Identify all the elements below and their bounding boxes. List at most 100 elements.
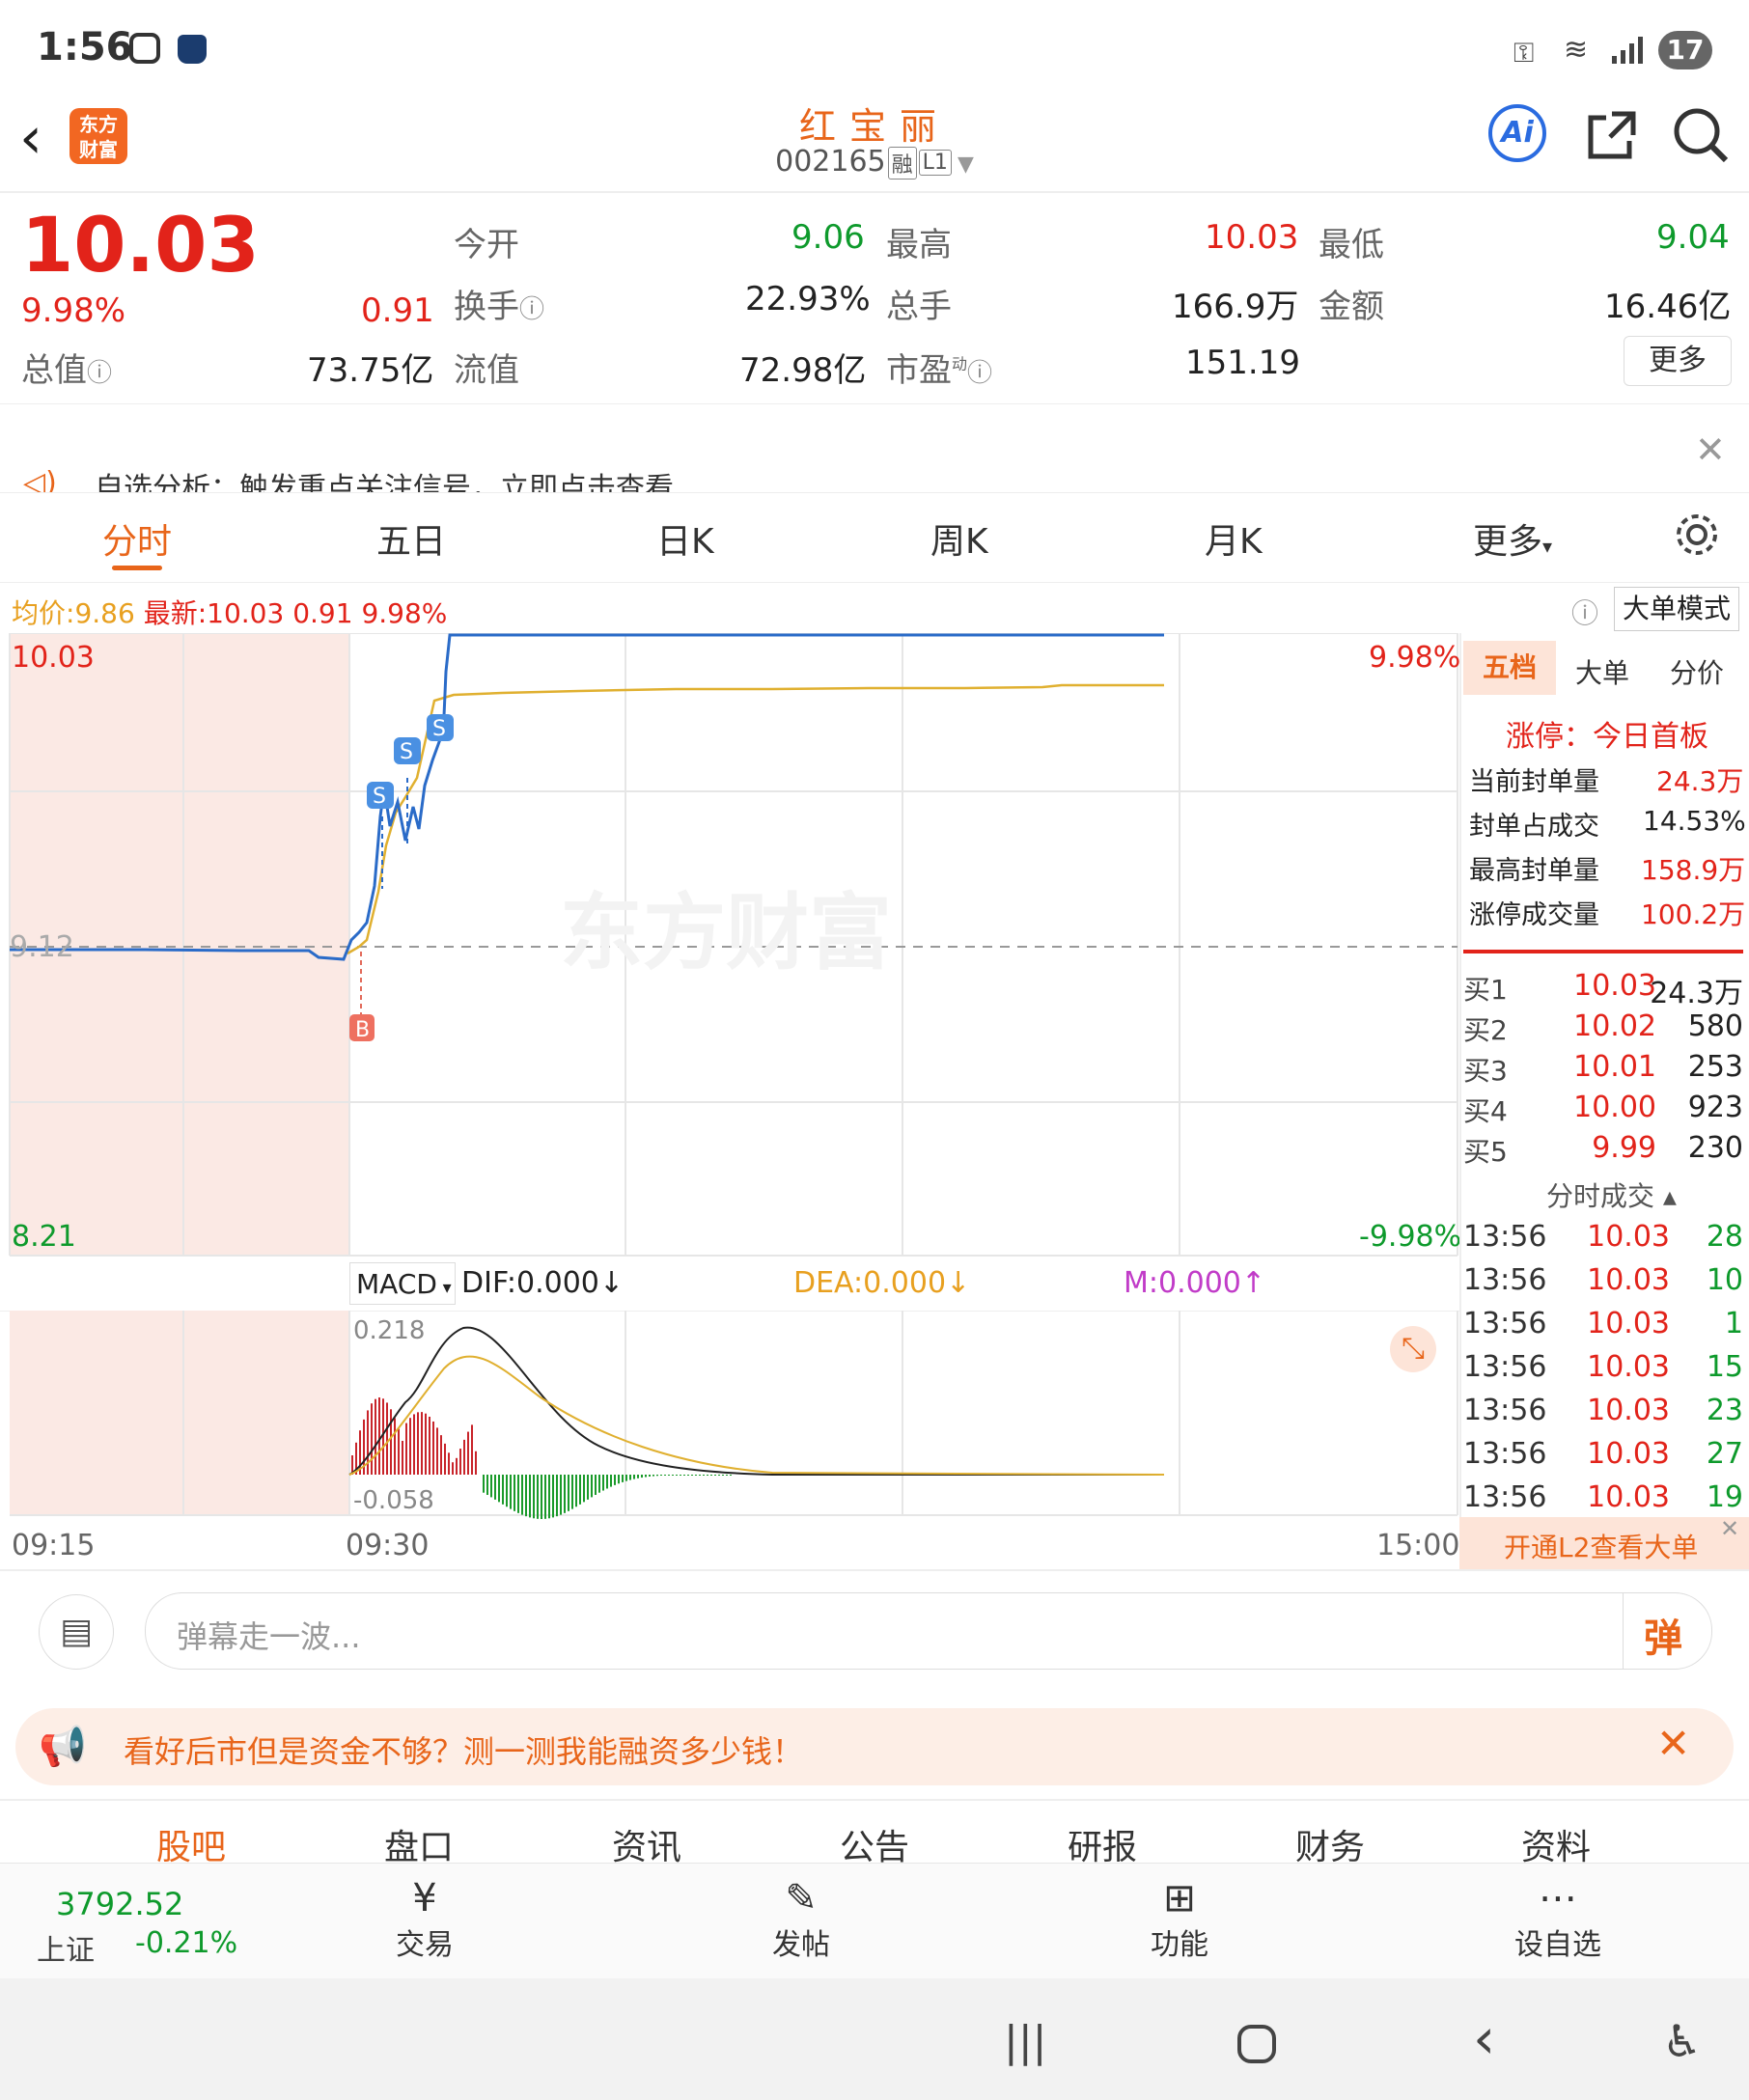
action-bar (0, 1863, 1749, 1979)
ai-assistant-button[interactable]: Ai (1488, 104, 1546, 162)
macd-bar (552, 1475, 554, 1518)
macd-bar (409, 1418, 411, 1475)
prev-close-label: 9.12 (10, 930, 74, 964)
sell-marker-2: S (400, 740, 413, 764)
more-button[interactable]: 更多 (1624, 336, 1732, 386)
add-watchlist-label: 设自选 (1514, 1928, 1601, 1962)
functions-label: 功能 (1151, 1928, 1208, 1962)
macd-bar (398, 1428, 400, 1475)
trade-price: 10.03 (1587, 1307, 1670, 1340)
macd-bar (541, 1475, 542, 1519)
bid-volume: 253 (1687, 1050, 1743, 1084)
grid-icon: ⊞ (1163, 1876, 1196, 1920)
tab-intraday[interactable]: 分时 (102, 513, 172, 564)
close-l2-icon[interactable]: ✕ (1720, 1515, 1739, 1542)
macd-bar (432, 1421, 434, 1475)
index-value: 3792.52 (56, 1886, 184, 1922)
macd-bar (579, 1475, 581, 1505)
notice-text: 自选分析：触发重点关注信号，立即点击查看 (95, 472, 674, 493)
trade-volume: 28 (1706, 1220, 1743, 1254)
l2-banner[interactable]: 开通L2查看大单 ✕ (1459, 1515, 1749, 1569)
search-icon[interactable] (1670, 104, 1732, 166)
tab-more[interactable]: 更多▾ (1473, 513, 1552, 564)
macd-bar (529, 1475, 531, 1518)
limit-value-1: 24.3万 (1656, 765, 1744, 797)
macd-bar (718, 1475, 720, 1476)
macd-bar (510, 1475, 512, 1509)
ad-banner[interactable]: 📢 看好后市但是资金不够？测一测我能融资多少钱！ ✕ (15, 1708, 1734, 1785)
macd-bar (371, 1403, 373, 1475)
accessibility-icon[interactable]: ♿ (1662, 2015, 1702, 2067)
expand-icon[interactable]: ⤡ (1390, 1326, 1436, 1372)
macd-bar (425, 1413, 427, 1475)
danmaku-send-button[interactable]: 弹 (1644, 1607, 1682, 1663)
macd-bar (660, 1475, 662, 1476)
macd-bar (637, 1475, 639, 1478)
share-icon[interactable] (1583, 106, 1641, 164)
change-percent: 9.98% (21, 291, 126, 330)
macd-bar (676, 1475, 678, 1476)
tab-day-k[interactable]: 日K (656, 513, 714, 564)
close-notice-icon[interactable]: ✕ (1695, 428, 1726, 471)
pct-axis-bottom: -9.98% (1359, 1220, 1462, 1254)
recent-apps-icon[interactable]: ||| (1004, 2017, 1046, 2066)
current-price: 10.03 (21, 203, 260, 290)
pe-label[interactable]: 市盈动ⓘ (886, 344, 992, 391)
trades-title[interactable]: 分时成交 ▴ (1546, 1175, 1677, 1214)
macd-bar (575, 1475, 577, 1507)
home-icon[interactable] (1237, 2025, 1276, 2063)
notice-bar[interactable]: ◁) 自选分析：触发重点关注信号，立即点击查看 (0, 403, 1749, 493)
trade-volume: 23 (1706, 1394, 1743, 1427)
trade-time: 13:56 (1463, 1437, 1547, 1471)
l2-banner-text: 开通L2查看大单 (1504, 1532, 1699, 1563)
macd-bar (649, 1475, 651, 1477)
macd-bar (533, 1475, 535, 1519)
tab-month-k[interactable]: 月K (1205, 513, 1263, 564)
bid-price: 10.00 (1573, 1091, 1656, 1124)
index-ticker[interactable]: 3792.52 上证 -0.21% (0, 1865, 261, 1976)
tab-big-orders[interactable]: 大单 (1575, 652, 1629, 691)
bid-price: 9.99 (1592, 1131, 1656, 1165)
macd-chart[interactable] (0, 1311, 1459, 1519)
macd-bar (641, 1475, 643, 1478)
tab-five-day[interactable]: 五日 (376, 513, 446, 564)
macd-bar (436, 1427, 438, 1475)
danmaku-input[interactable]: 弹幕走一波... 弹 (145, 1592, 1712, 1670)
trade-time: 13:56 (1463, 1220, 1547, 1254)
functions-button[interactable]: ⊞ 功能 (1122, 1876, 1237, 1963)
help-icon[interactable]: ⓘ (1571, 593, 1598, 631)
macd-bar (699, 1475, 701, 1476)
big-order-mode-button[interactable]: 大单模式 (1614, 587, 1739, 631)
macd-bar (514, 1475, 515, 1511)
tab-week-k[interactable]: 周K (930, 513, 988, 564)
trade-time: 13:56 (1463, 1263, 1547, 1297)
speaker-icon: ◁) (23, 466, 57, 493)
intraday-price-chart[interactable]: 东方财富 B S S S (0, 633, 1459, 1260)
danmaku-settings-icon[interactable]: ▤ (39, 1594, 114, 1670)
settings-gear-icon[interactable] (1674, 511, 1720, 558)
macd-bar (502, 1475, 504, 1505)
stock-code-line[interactable]: 002165 融 L1 ▼ (0, 145, 1749, 180)
add-watchlist-button[interactable]: ⋯ 设自选 (1500, 1876, 1616, 1963)
tab-price-dist[interactable]: 分价 (1670, 652, 1724, 691)
price-axis-bottom: 8.21 (12, 1220, 76, 1254)
bid-volume: 230 (1687, 1131, 1743, 1165)
level-tag: L1 (918, 150, 952, 176)
mktcap-label[interactable]: 总值ⓘ (21, 344, 112, 391)
macd-bar (595, 1475, 597, 1496)
indicator-select[interactable]: MACD ▾ (349, 1262, 456, 1305)
back-nav-icon[interactable]: ‹ (1473, 2005, 1495, 2071)
macd-bar (375, 1398, 376, 1475)
turnover-label[interactable]: 换手ⓘ (454, 280, 544, 327)
limit-value-3: 158.9万 (1641, 854, 1746, 886)
macd-bar (459, 1449, 461, 1475)
post-button[interactable]: ✎ 发帖 (743, 1876, 859, 1963)
close-ad-icon[interactable]: ✕ (1656, 1720, 1690, 1767)
trade-button[interactable]: ¥ 交易 (367, 1876, 483, 1963)
divider (0, 1569, 1749, 1571)
macd-bar (622, 1475, 624, 1482)
trade-time: 13:56 (1463, 1350, 1547, 1384)
tab-five-levels[interactable]: 五档 (1463, 641, 1556, 695)
trade-time: 13:56 (1463, 1307, 1547, 1340)
macd-bar (687, 1475, 689, 1476)
